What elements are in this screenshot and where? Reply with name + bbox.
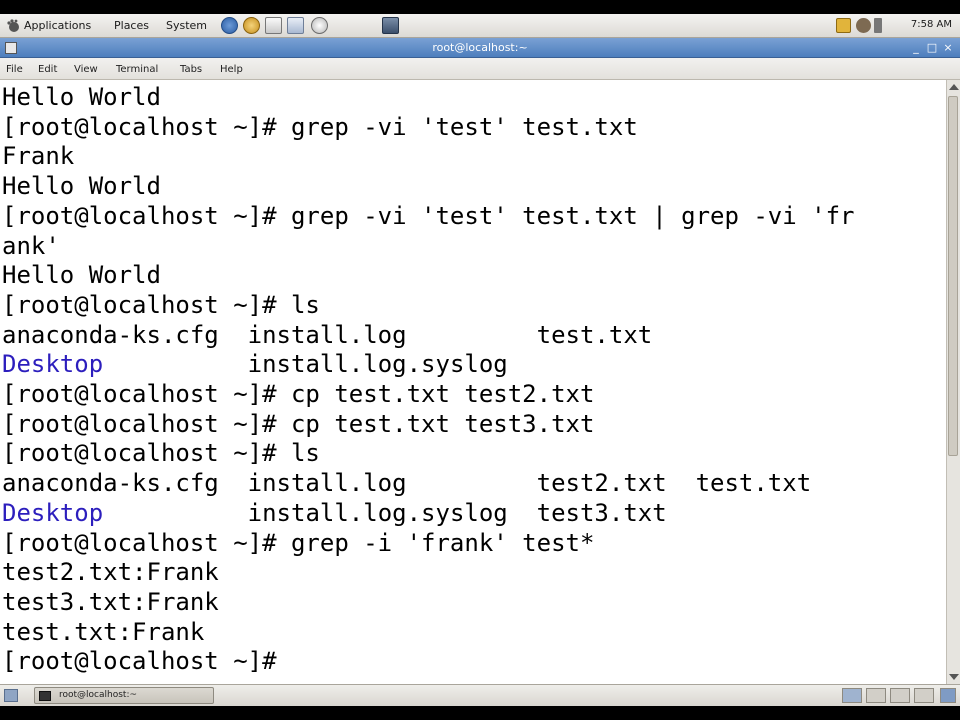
letterbox-bottom <box>0 706 960 720</box>
notes-launcher-icon[interactable] <box>287 17 304 34</box>
gnome-foot-icon <box>7 19 19 32</box>
terminal-prompt-line: [root@localhost ~]# ls <box>2 439 320 468</box>
window-menubar: File Edit View Terminal Tabs Help <box>0 58 960 80</box>
terminal-output-line: Hello World <box>2 172 161 201</box>
user-icon[interactable] <box>856 18 871 33</box>
workspace-3[interactable] <box>890 688 910 703</box>
applications-menu[interactable]: Applications <box>24 18 91 34</box>
menu-help[interactable]: Help <box>220 63 243 77</box>
taskbar-terminal-label: root@localhost:~ <box>59 690 138 700</box>
terminal-scrollbar[interactable] <box>946 80 960 684</box>
terminal-output-line: Desktop install.log.syslog <box>2 349 508 379</box>
terminal-prompt-line: [root@localhost ~]# grep -i 'frank' test… <box>2 528 595 557</box>
taskbar-terminal-button[interactable]: root@localhost:~ <box>34 687 214 704</box>
terminal-prompt-line: [root@localhost ~]# <box>2 647 291 676</box>
minimize-icon[interactable]: _ <box>910 42 922 54</box>
terminal-output-line: Frank <box>2 142 75 171</box>
show-desktop-icon[interactable] <box>4 689 18 702</box>
menu-terminal[interactable]: Terminal <box>116 63 158 77</box>
terminal-output[interactable]: Hello World [root@localhost ~]# grep -vi … <box>0 80 946 684</box>
terminal-output-line: ank' <box>2 231 60 260</box>
terminal-window: root@localhost:~ _ □ × File Edit View Te… <box>0 38 960 684</box>
terminal-output-line: Hello World <box>2 261 161 290</box>
scrollbar-thumb[interactable] <box>948 96 958 456</box>
panel-clock[interactable]: 7:58 AM <box>911 19 952 30</box>
menu-tabs[interactable]: Tabs <box>180 63 202 77</box>
email-launcher-icon[interactable] <box>243 17 260 34</box>
window-title: root@localhost:~ <box>432 41 528 54</box>
file-list: install.log.syslog test3.txt <box>103 498 667 527</box>
menu-file[interactable]: File <box>6 63 23 77</box>
terminal-output-line: test.txt:Frank <box>2 617 205 646</box>
editor-launcher-icon[interactable] <box>265 17 282 34</box>
terminal-output-line: Desktop install.log.syslog test3.txt <box>2 498 667 528</box>
menu-view[interactable]: View <box>74 63 98 77</box>
terminal-prompt-line: [root@localhost ~]# grep -vi 'test' test… <box>2 112 638 141</box>
workspace-1[interactable] <box>842 688 862 703</box>
terminal-output-line: test3.txt:Frank <box>2 587 219 616</box>
terminal-output-line: Hello World <box>2 83 161 111</box>
places-menu[interactable]: Places <box>114 18 149 34</box>
maximize-icon[interactable]: □ <box>926 42 938 54</box>
volume-icon[interactable] <box>874 18 882 33</box>
terminal-output-line: test2.txt:Frank <box>2 558 219 587</box>
terminal-output-line: anaconda-ks.cfg install.log test.txt <box>2 320 653 349</box>
top-panel: Applications Places System 7:58 AM <box>0 14 960 38</box>
terminal-prompt-line: [root@localhost ~]# cp test.txt test3.tx… <box>2 409 595 438</box>
scroll-up-icon[interactable] <box>949 84 959 90</box>
terminal-prompt-line: [root@localhost ~]# cp test.txt test2.tx… <box>2 380 595 408</box>
workspace-2[interactable] <box>866 688 886 703</box>
terminal-launcher-icon[interactable] <box>382 17 399 34</box>
directory-name: Desktop <box>2 350 104 379</box>
terminal-prompt-line: [root@localhost ~]# grep -vi 'test' test… <box>2 201 855 230</box>
close-icon[interactable]: × <box>942 42 954 54</box>
system-menu[interactable]: System <box>166 18 207 34</box>
office-launcher-icon[interactable] <box>311 17 328 34</box>
terminal-output-line: anaconda-ks.cfg install.log test2.txt te… <box>2 469 812 498</box>
bottom-panel: root@localhost:~ <box>0 684 960 706</box>
window-titlebar[interactable]: root@localhost:~ _ □ × <box>0 38 960 58</box>
letterbox-top <box>0 0 960 14</box>
screen: Applications Places System 7:58 AM root@… <box>0 0 960 720</box>
terminal-task-icon <box>39 691 51 701</box>
workspace-4[interactable] <box>914 688 934 703</box>
scroll-down-icon[interactable] <box>949 674 959 680</box>
terminal-prompt-line: [root@localhost ~]# ls <box>2 290 320 319</box>
menu-edit[interactable]: Edit <box>38 63 57 77</box>
file-list: install.log.syslog <box>103 350 508 379</box>
web-browser-launcher-icon[interactable] <box>221 17 238 34</box>
trash-icon[interactable] <box>940 688 956 703</box>
update-notifier-icon[interactable] <box>836 18 851 33</box>
directory-name: Desktop <box>2 498 104 527</box>
